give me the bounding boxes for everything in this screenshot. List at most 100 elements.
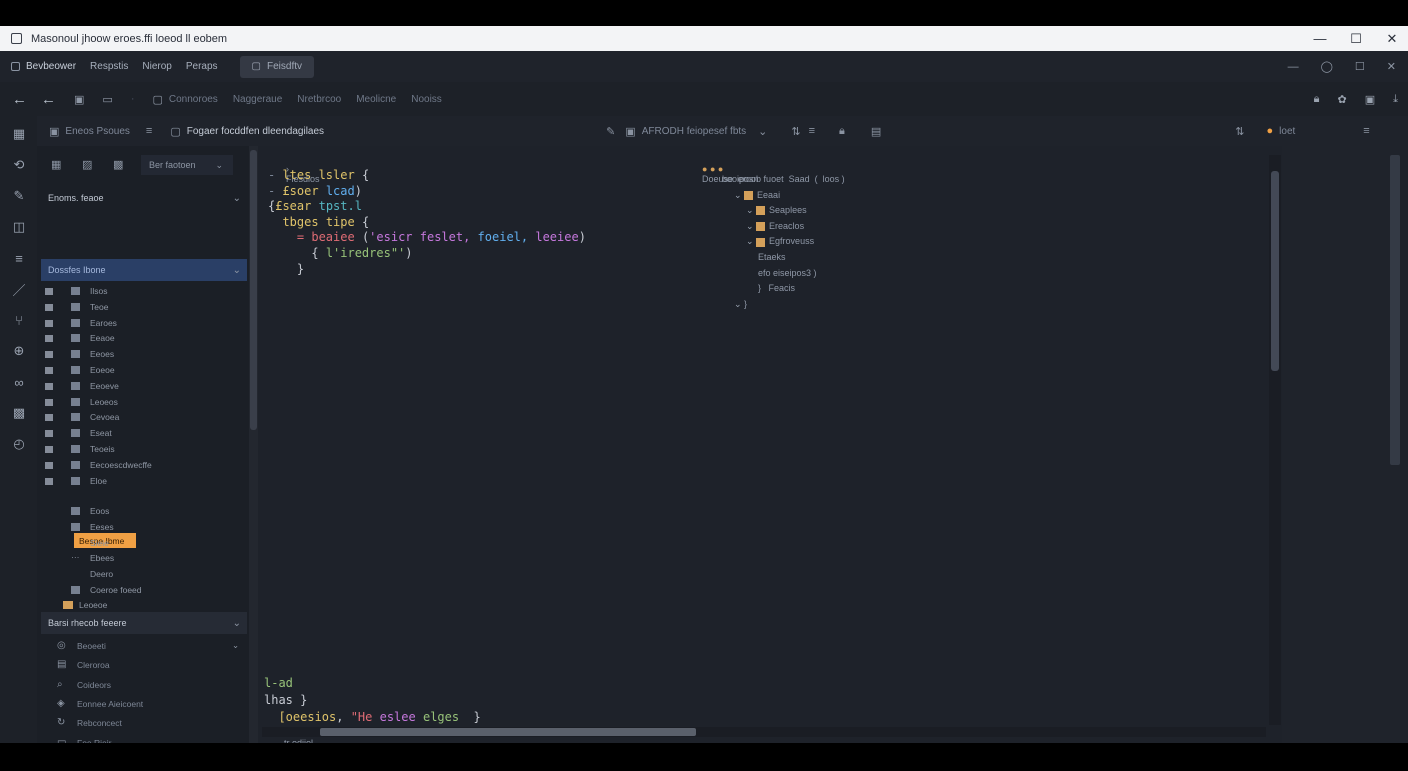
editor-horizontal-scrollbar[interactable] [262, 727, 1266, 737]
menu-item-1[interactable]: Bevbeower [26, 61, 76, 72]
download-icon[interactable]: ⤓ [1393, 93, 1398, 106]
menu-item-4[interactable]: Peraps [186, 61, 218, 72]
tool-item[interactable]: ▤ Cleroroa [37, 657, 249, 674]
code-line[interactable]: tbges tipe { [268, 215, 369, 229]
list-item[interactable]: Cevoea [37, 410, 249, 425]
layout-icon[interactable]: ◫ [11, 219, 27, 235]
scrollbar-thumb[interactable] [1271, 171, 1279, 371]
save-icon[interactable]: ▤ [871, 125, 881, 138]
section-header-active[interactable]: Dossfes Ibone ⌄ [41, 259, 247, 281]
list-item[interactable]: Coeroe foeed [37, 583, 249, 598]
list-item[interactable]: Eeoes [37, 347, 249, 362]
tree-item[interactable]: booiposn [722, 174, 759, 184]
code-line[interactable]: { l'iredres"') [268, 246, 412, 260]
checkbox[interactable] [45, 319, 53, 327]
toolbar-center-label[interactable]: AFRODH feiopesef fbts [642, 126, 746, 137]
code-line[interactable]: [oeesios, "He eslee elges } [264, 710, 480, 724]
scrollbar-thumb[interactable] [320, 728, 696, 736]
list-item[interactable]: Ilsos [37, 284, 249, 299]
tree-item[interactable]: } Feacis [758, 283, 795, 293]
history-icon[interactable]: ◴ [11, 436, 27, 452]
tool-item[interactable]: ↻ Rebconcect [37, 715, 249, 732]
source-control-icon[interactable]: ⟲ [11, 157, 27, 173]
toolbar-right-label[interactable]: loet [1279, 126, 1295, 137]
sidebar-scrollbar[interactable] [249, 146, 258, 743]
minimize-icon[interactable]: — [1314, 32, 1327, 45]
tree-item[interactable]: ⌄ Ereaclos [746, 221, 804, 232]
breadcrumb-4[interactable]: Meolicne [356, 94, 396, 105]
checkbox[interactable] [45, 351, 53, 359]
code-line[interactable]: l-ad [264, 676, 293, 690]
ruler-icon[interactable]: ≡ [11, 250, 27, 266]
close-icon[interactable]: ✕ [1386, 32, 1398, 45]
maximize-icon[interactable]: ☐ [1350, 32, 1362, 45]
extensions-icon[interactable]: ✿ [1338, 93, 1347, 106]
section-header-1[interactable]: Enoms. feaoe ⌄ [41, 187, 247, 209]
debug-icon[interactable]: ⊕ [11, 343, 27, 359]
breadcrumb-1[interactable]: Connoroes [169, 94, 218, 105]
code-line[interactable]: - ltes lsler { [268, 168, 369, 182]
minimize-icon[interactable]: — [1288, 61, 1299, 73]
list-item[interactable]: Eoeoe [37, 363, 249, 378]
link-icon[interactable]: ∞ [11, 374, 27, 390]
checkbox[interactable] [45, 414, 53, 422]
save-icon[interactable]: ▣ [74, 93, 84, 106]
breadcrumb-2[interactable]: Naggeraue [233, 94, 282, 105]
save-icon[interactable]: ▣ [1365, 93, 1375, 106]
branch-icon[interactable]: ⑂ [11, 312, 27, 328]
section-header-group[interactable]: Barsi rhecob feeere ⌄ [41, 612, 247, 634]
tree-item[interactable]: ⌄ Egfroveuss [746, 236, 814, 247]
list-item[interactable]: Eeaoe [37, 331, 249, 346]
checkbox[interactable] [45, 303, 53, 311]
checkbox[interactable] [45, 288, 53, 295]
checkbox[interactable] [45, 382, 53, 390]
more-icon[interactable]: ≡ [146, 125, 152, 137]
list-item[interactable]: Eseat [37, 426, 249, 441]
forward-icon[interactable]: ← [41, 91, 56, 108]
list-item[interactable]: Deero [37, 567, 249, 582]
list-item[interactable]: Sieie [37, 536, 249, 551]
lock-icon[interactable]: 🔒︎ [839, 125, 845, 138]
sort-icon[interactable]: ⇅ [1235, 125, 1244, 138]
toolbar-left-label[interactable]: Eneos Psoues [65, 126, 130, 137]
image-icon[interactable]: ▨ [82, 158, 96, 172]
edit-icon[interactable]: ✎ [11, 188, 27, 204]
list-item[interactable]: Earoes [37, 316, 249, 331]
code-line[interactable]: {£sear tpst.l [268, 199, 362, 213]
back-icon[interactable]: ← [12, 91, 27, 108]
tree-item[interactable]: ⌄ } [734, 299, 747, 310]
file-title[interactable]: Fogaer focddfen dleendagilaes [187, 126, 324, 137]
panel-icon[interactable]: ▣ [49, 125, 59, 138]
list-item[interactable]: Leoeos [37, 395, 249, 410]
close-icon[interactable]: ✕ [1387, 60, 1396, 73]
sidebar-tools-button[interactable]: Ber faotoen ⌄ [141, 155, 233, 175]
list-item[interactable]: Leoeoe [37, 598, 249, 613]
tree-item[interactable]: ⌄ Eeaai [734, 190, 780, 201]
folder-icon[interactable]: ▢ [152, 93, 162, 106]
code-line[interactable]: } [268, 262, 304, 276]
list-item[interactable]: Eeoeve [37, 379, 249, 394]
checkbox[interactable] [45, 461, 53, 469]
code-line[interactable]: lhas } [264, 693, 307, 707]
list-item[interactable]: Teoe [37, 300, 249, 315]
tree-item[interactable]: Etaeks [758, 252, 786, 262]
code-editor[interactable]: › Flesdios - ltes lsler {- £soer lcad) {£… [258, 146, 1274, 748]
more-icon[interactable]: ≡ [809, 125, 815, 137]
breadcrumb-3[interactable]: Nretbrcoo [297, 94, 341, 105]
list-item[interactable]: Eecoescdwecffe [37, 458, 249, 473]
pen-icon[interactable]: ／ [11, 281, 27, 298]
image-icon[interactable]: ▣ [625, 125, 635, 138]
window-icon[interactable]: ▭ [102, 93, 112, 106]
checkbox[interactable] [45, 477, 53, 485]
restore-icon[interactable]: ◯ [1321, 60, 1333, 73]
scrollbar-thumb[interactable] [250, 150, 257, 430]
active-menu-tab[interactable]: ▢ Feisdftv [239, 55, 315, 78]
list-item[interactable]: Eloe [37, 474, 249, 489]
maximize-icon[interactable]: ☐ [1355, 60, 1365, 73]
list-item[interactable]: Teoeis [37, 442, 249, 457]
tree-item[interactable]: efo eiseipos3 ) [758, 268, 817, 278]
code-line[interactable]: - £soer lcad) [268, 184, 362, 198]
chevron-down-icon[interactable]: ⌄ [758, 125, 767, 138]
lock-icon[interactable]: 🔒︎ [1314, 93, 1320, 106]
code-line[interactable]: = beaiee ('esicr feslet, foeiel, leeiee) [268, 230, 586, 244]
